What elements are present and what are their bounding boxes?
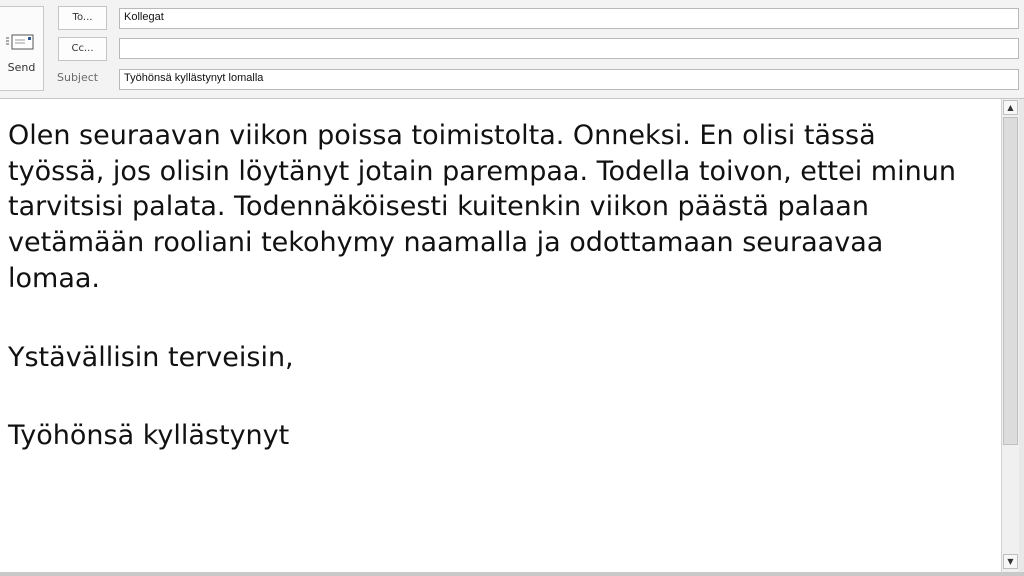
- message-body-text: Olen seuraavan viikon poissa toimistolta…: [8, 118, 968, 454]
- body-greeting: Ystävällisin terveisin,: [8, 341, 294, 373]
- window-right-edge: [1019, 99, 1024, 572]
- send-envelope-icon: [6, 34, 34, 50]
- scroll-up-button[interactable]: ▲: [1003, 100, 1018, 115]
- body-signature: Työhönsä kyllästynyt: [8, 420, 290, 452]
- vertical-scrollbar[interactable]: ▲ ▼: [1001, 99, 1019, 572]
- send-label: Send: [7, 61, 36, 74]
- scrollbar-thumb[interactable]: [1003, 117, 1018, 445]
- to-field[interactable]: Kollegat: [119, 8, 1019, 29]
- subject-label: Subject: [57, 71, 99, 84]
- cc-field[interactable]: [119, 38, 1019, 59]
- to-button[interactable]: To...: [58, 6, 107, 30]
- send-button[interactable]: Send: [0, 6, 44, 91]
- subject-field[interactable]: Työhönsä kyllästynyt lomalla: [119, 69, 1019, 90]
- body-paragraph: Olen seuraavan viikon poissa toimistolta…: [8, 120, 956, 294]
- scroll-down-button[interactable]: ▼: [1003, 554, 1018, 569]
- cc-button[interactable]: Cc...: [58, 37, 107, 61]
- compose-header: Send To... Cc... Subject Kollegat Työhön…: [0, 0, 1024, 99]
- window-bottom-edge: [0, 572, 1024, 576]
